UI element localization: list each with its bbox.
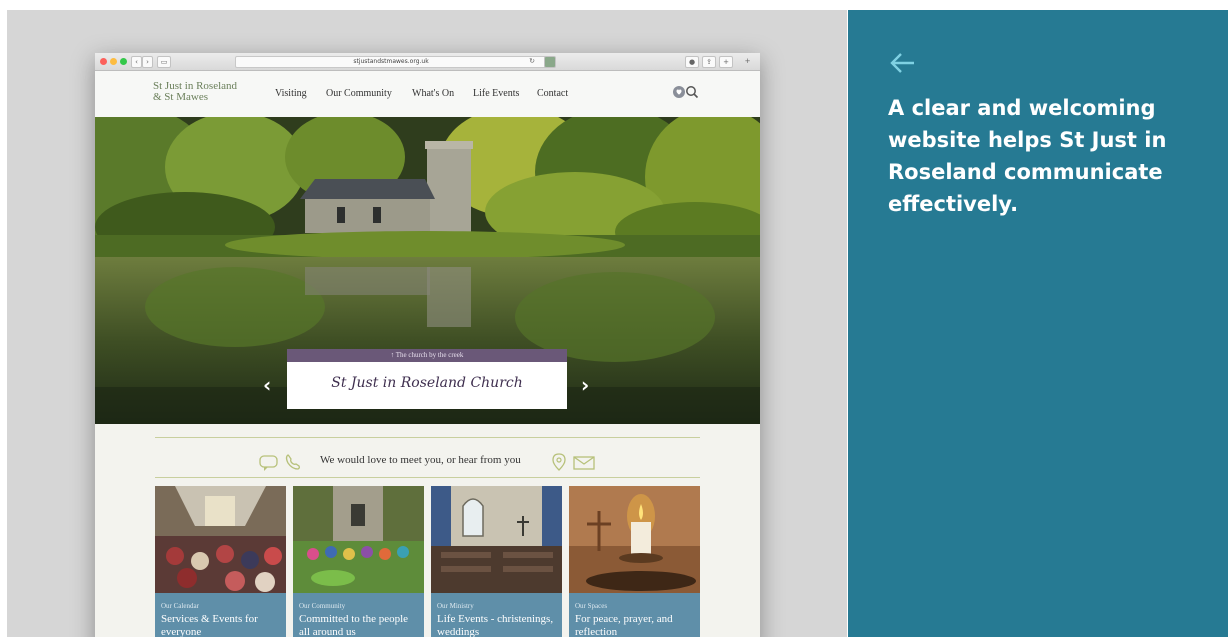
site-logo[interactable]: St Just in Roseland & St Mawes <box>153 81 237 103</box>
panel-description: A clear and welcoming website helps St J… <box>888 96 1167 216</box>
browser-toolbar: ‹ › ▭ ▫ ▭ stjustandstmawes.org.uk ↻ ● ⇪ … <box>95 53 760 71</box>
candle-photo <box>569 486 700 596</box>
extension-icon[interactable] <box>544 56 556 68</box>
close-window-icon[interactable] <box>100 58 107 65</box>
reload-icon[interactable]: ↻ <box>527 56 537 66</box>
card-title: Services & Events for everyone <box>161 613 258 637</box>
contact-strip: We would love to meet you, or hear from … <box>95 452 760 472</box>
maximize-window-icon[interactable] <box>120 58 127 65</box>
card-ministry[interactable]: Our Ministry Life Events - christenings,… <box>431 486 562 637</box>
chevron-left-icon[interactable]: ‹ <box>263 373 271 397</box>
card-community[interactable]: Our Community Committed to the people al… <box>293 486 424 637</box>
description-panel: A clear and welcoming website helps St J… <box>848 10 1228 637</box>
screenshot-stage: ‹ › ▭ ▫ ▭ stjustandstmawes.org.uk ↻ ● ⇪ … <box>7 10 847 637</box>
church-interior-photo <box>431 486 562 596</box>
card-title: For peace, prayer, and reflection <box>575 613 673 637</box>
brand-line-2: & St Mawes <box>153 91 208 103</box>
speech-bubble-icon[interactable] <box>259 455 278 471</box>
contact-message: We would love to meet you, or hear from … <box>320 454 521 466</box>
envelope-icon[interactable] <box>573 456 595 470</box>
card-spaces-label: Our Spaces For peace, prayer, and reflec… <box>569 593 700 637</box>
location-pin-icon[interactable] <box>552 453 566 471</box>
browser-window: ‹ › ▭ ▫ ▭ stjustandstmawes.org.uk ↻ ● ⇪ … <box>95 53 760 637</box>
feature-cards: Our Calendar Services & Events for every… <box>155 486 700 637</box>
card-title: Life Events - christenings, weddings <box>437 613 554 637</box>
new-tab-icon[interactable]: + <box>719 56 733 68</box>
minimize-window-icon[interactable] <box>110 58 117 65</box>
divider-bottom <box>155 477 700 478</box>
arrow-left-icon[interactable] <box>888 48 918 78</box>
caption-title: St Just in Roseland Church <box>331 375 523 391</box>
nav-whats-on[interactable]: What's On <box>412 88 454 99</box>
page-content: We would love to meet you, or hear from … <box>95 424 760 637</box>
community-group-photo <box>293 486 424 596</box>
card-community-label: Our Community Committed to the people al… <box>293 593 424 637</box>
add-tab-icon[interactable]: + <box>743 56 752 66</box>
downloads-icon[interactable]: ● <box>685 56 699 68</box>
card-title: Committed to the people all around us <box>299 613 409 637</box>
hero-carousel: ↑ The church by the creek St Just in Ros… <box>95 117 760 424</box>
nav-icon-group <box>672 85 702 106</box>
share-icon[interactable]: ⇪ <box>702 56 716 68</box>
congregation-photo <box>155 486 286 596</box>
card-calendar[interactable]: Our Calendar Services & Events for every… <box>155 486 286 637</box>
chevron-right-icon[interactable]: › <box>581 373 589 397</box>
phone-icon[interactable] <box>285 454 300 470</box>
nav-contact[interactable]: Contact <box>537 88 568 99</box>
card-kicker: Our Community <box>299 602 346 610</box>
card-kicker: Our Spaces <box>575 602 608 610</box>
back-nav-icon[interactable]: ‹ <box>131 56 142 68</box>
card-spaces[interactable]: Our Spaces For peace, prayer, and reflec… <box>569 486 700 637</box>
caption-card[interactable]: St Just in Roseland Church <box>287 362 567 409</box>
card-kicker: Our Ministry <box>437 602 474 610</box>
nav-our-community[interactable]: Our Community <box>326 88 392 99</box>
heart-icon[interactable] <box>673 86 685 98</box>
address-bar[interactable]: stjustandstmawes.org.uk <box>235 56 547 68</box>
card-ministry-label: Our Ministry Life Events - christenings,… <box>431 593 562 637</box>
card-calendar-label: Our Calendar Services & Events for every… <box>155 593 286 637</box>
nav-visiting[interactable]: Visiting <box>275 88 307 99</box>
forward-nav-icon[interactable]: › <box>142 56 153 68</box>
site-header: St Just in Roseland & St Mawes Visiting … <box>95 71 760 117</box>
search-icon[interactable] <box>686 86 699 99</box>
caption-kicker: ↑ The church by the creek <box>287 349 567 362</box>
sidebar-toggle-icon[interactable]: ▭ <box>157 56 171 68</box>
divider-top <box>155 437 700 438</box>
address-text: stjustandstmawes.org.uk <box>353 58 429 65</box>
card-kicker: Our Calendar <box>161 602 199 610</box>
nav-life-events[interactable]: Life Events <box>473 88 519 99</box>
